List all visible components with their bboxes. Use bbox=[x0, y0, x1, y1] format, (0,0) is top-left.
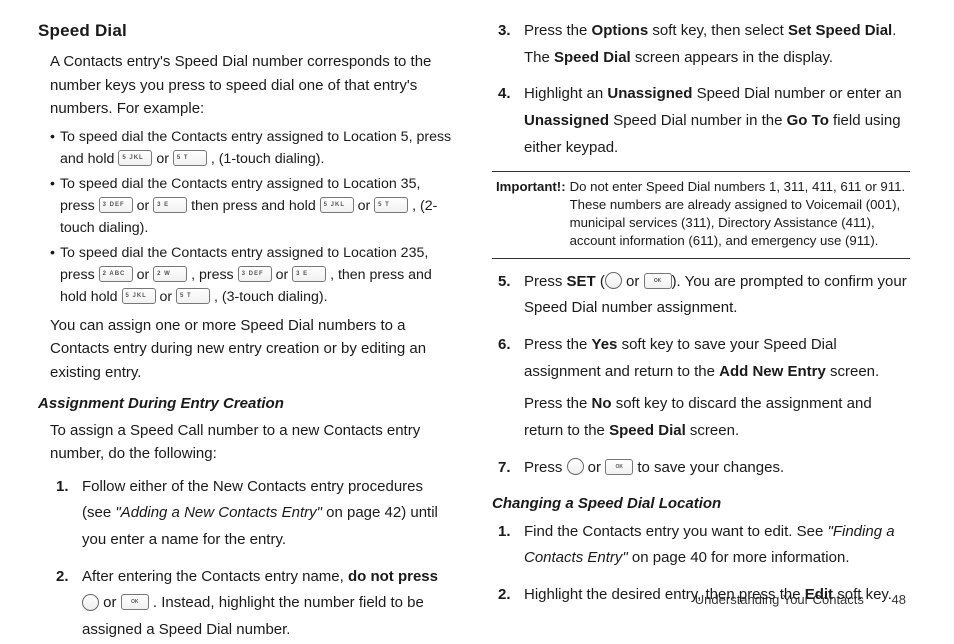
bullet-item-1: • To speed dial the Contacts entry assig… bbox=[50, 126, 456, 170]
text: or bbox=[137, 267, 154, 283]
key-5t-icon: 5 T bbox=[173, 150, 207, 166]
key-3e-icon: 3 E bbox=[292, 266, 326, 282]
bold-text: Edit bbox=[805, 586, 833, 603]
text: or bbox=[276, 267, 293, 283]
bold-text: Unassigned bbox=[607, 85, 692, 102]
bold-text: Unassigned bbox=[524, 112, 609, 129]
text: Press the bbox=[524, 395, 592, 412]
key-5t-icon: 5 T bbox=[176, 288, 210, 304]
bullet-item-2: • To speed dial the Contacts entry assig… bbox=[50, 173, 456, 239]
steps-left: Follow either of the New Contacts entry … bbox=[50, 474, 456, 644]
key-3-icon: 3 DEF bbox=[99, 197, 133, 213]
bullet-icon: • bbox=[50, 173, 55, 239]
changing-step-2: Highlight the desired entry, then press … bbox=[492, 582, 910, 609]
text: After entering the Contacts entry name, bbox=[82, 568, 348, 585]
steps-right-a: Press the Options soft key, then select … bbox=[492, 18, 910, 161]
key-3-icon: 3 DEF bbox=[238, 266, 272, 282]
text: or bbox=[103, 594, 121, 611]
bold-text: Speed Dial bbox=[554, 49, 631, 66]
important-label: Important!: bbox=[496, 178, 566, 249]
right-column: Press the Options soft key, then select … bbox=[492, 18, 910, 590]
text: to save your changes. bbox=[633, 459, 784, 476]
text: screen appears in the display. bbox=[631, 49, 833, 66]
assignment-intro: To assign a Speed Call number to a new C… bbox=[50, 419, 456, 466]
key-5-icon: 5 JKL bbox=[320, 197, 354, 213]
page-content: Speed Dial A Contacts entry's Speed Dial… bbox=[0, 0, 954, 590]
step-7: Press or OK to save your changes. bbox=[492, 455, 910, 482]
text: or bbox=[584, 459, 606, 476]
cross-ref: "Adding a New Contacts Entry" bbox=[115, 504, 322, 521]
text: , press bbox=[191, 267, 238, 283]
left-column: Speed Dial A Contacts entry's Speed Dial… bbox=[38, 18, 456, 590]
text: Press the bbox=[524, 22, 592, 39]
bullet-icon: • bbox=[50, 126, 55, 170]
text: , (3-touch dialing). bbox=[214, 289, 328, 305]
step-1: Follow either of the New Contacts entry … bbox=[50, 474, 456, 554]
bold-text: Add New Entry bbox=[719, 363, 826, 380]
step-5: Press SET ( or OK). You are prompted to … bbox=[492, 269, 910, 322]
subheading-changing: Changing a Speed Dial Location bbox=[492, 492, 910, 515]
text: ( bbox=[596, 273, 605, 290]
key-2-icon: 2 ABC bbox=[99, 266, 133, 282]
text: soft key. bbox=[833, 586, 892, 603]
bullet-list: • To speed dial the Contacts entry assig… bbox=[50, 126, 456, 308]
bold-text: Yes bbox=[592, 336, 618, 353]
ok-key-icon: OK bbox=[121, 594, 149, 610]
bullet-icon: • bbox=[50, 242, 55, 308]
bullet-item-3: • To speed dial the Contacts entry assig… bbox=[50, 242, 456, 308]
key-3e-icon: 3 E bbox=[153, 197, 187, 213]
bold-text: Go To bbox=[787, 112, 829, 129]
text: Speed Dial number in the bbox=[609, 112, 787, 129]
text: screen. bbox=[686, 422, 739, 439]
text: Highlight the desired entry, then press … bbox=[524, 586, 805, 603]
text: , (1-touch dialing). bbox=[211, 151, 325, 167]
text: Press the bbox=[524, 336, 592, 353]
text: Highlight an bbox=[524, 85, 607, 102]
nav-key-icon bbox=[82, 594, 99, 611]
assign-para: You can assign one or more Speed Dial nu… bbox=[50, 314, 456, 384]
key-5t-icon: 5 T bbox=[374, 197, 408, 213]
nav-key-icon bbox=[567, 458, 584, 475]
text: on page 40 for more information. bbox=[628, 549, 850, 566]
text: or bbox=[622, 273, 644, 290]
step-2: After entering the Contacts entry name, … bbox=[50, 564, 456, 644]
text: Speed Dial number or enter an bbox=[692, 85, 901, 102]
step-3: Press the Options soft key, then select … bbox=[492, 18, 910, 71]
text: screen. bbox=[826, 363, 879, 380]
heading-speed-dial: Speed Dial bbox=[38, 18, 456, 44]
nav-key-icon bbox=[605, 272, 622, 289]
steps-right-b: Press SET ( or OK). You are prompted to … bbox=[492, 269, 910, 482]
text: or bbox=[159, 289, 176, 305]
step-6: Press the Yes soft key to save your Spee… bbox=[492, 332, 910, 445]
subheading-assignment: Assignment During Entry Creation bbox=[38, 392, 456, 415]
key-2w-icon: 2 W bbox=[153, 266, 187, 282]
speed-dial-intro: A Contacts entry's Speed Dial number cor… bbox=[50, 50, 456, 120]
text: then press and hold bbox=[191, 198, 320, 214]
changing-step-1: Find the Contacts entry you want to edit… bbox=[492, 519, 910, 572]
step-6-extra: Press the No soft key to discard the ass… bbox=[524, 391, 910, 444]
bold-text: do not press bbox=[348, 568, 438, 585]
text: or bbox=[137, 198, 154, 214]
text: soft key, then select bbox=[648, 22, 788, 39]
bold-text: Speed Dial bbox=[609, 422, 686, 439]
ok-key-icon: OK bbox=[644, 273, 672, 289]
steps-changing: Find the Contacts entry you want to edit… bbox=[492, 519, 910, 609]
ok-key-icon: OK bbox=[605, 459, 633, 475]
important-text: Do not enter Speed Dial numbers 1, 311, … bbox=[570, 178, 906, 249]
key-5-icon: 5 JKL bbox=[118, 150, 152, 166]
text: Press bbox=[524, 273, 567, 290]
step-4: Highlight an Unassigned Speed Dial numbe… bbox=[492, 81, 910, 161]
bold-text: SET bbox=[567, 273, 596, 290]
key-5-icon: 5 JKL bbox=[122, 288, 156, 304]
text: or bbox=[358, 198, 375, 214]
text: or bbox=[156, 151, 173, 167]
important-note: Important!: Do not enter Speed Dial numb… bbox=[492, 171, 910, 258]
bold-text: Options bbox=[592, 22, 649, 39]
text: Find the Contacts entry you want to edit… bbox=[524, 523, 828, 540]
bold-text: Set Speed Dial bbox=[788, 22, 892, 39]
text: Press bbox=[524, 459, 567, 476]
bold-text: No bbox=[592, 395, 612, 412]
